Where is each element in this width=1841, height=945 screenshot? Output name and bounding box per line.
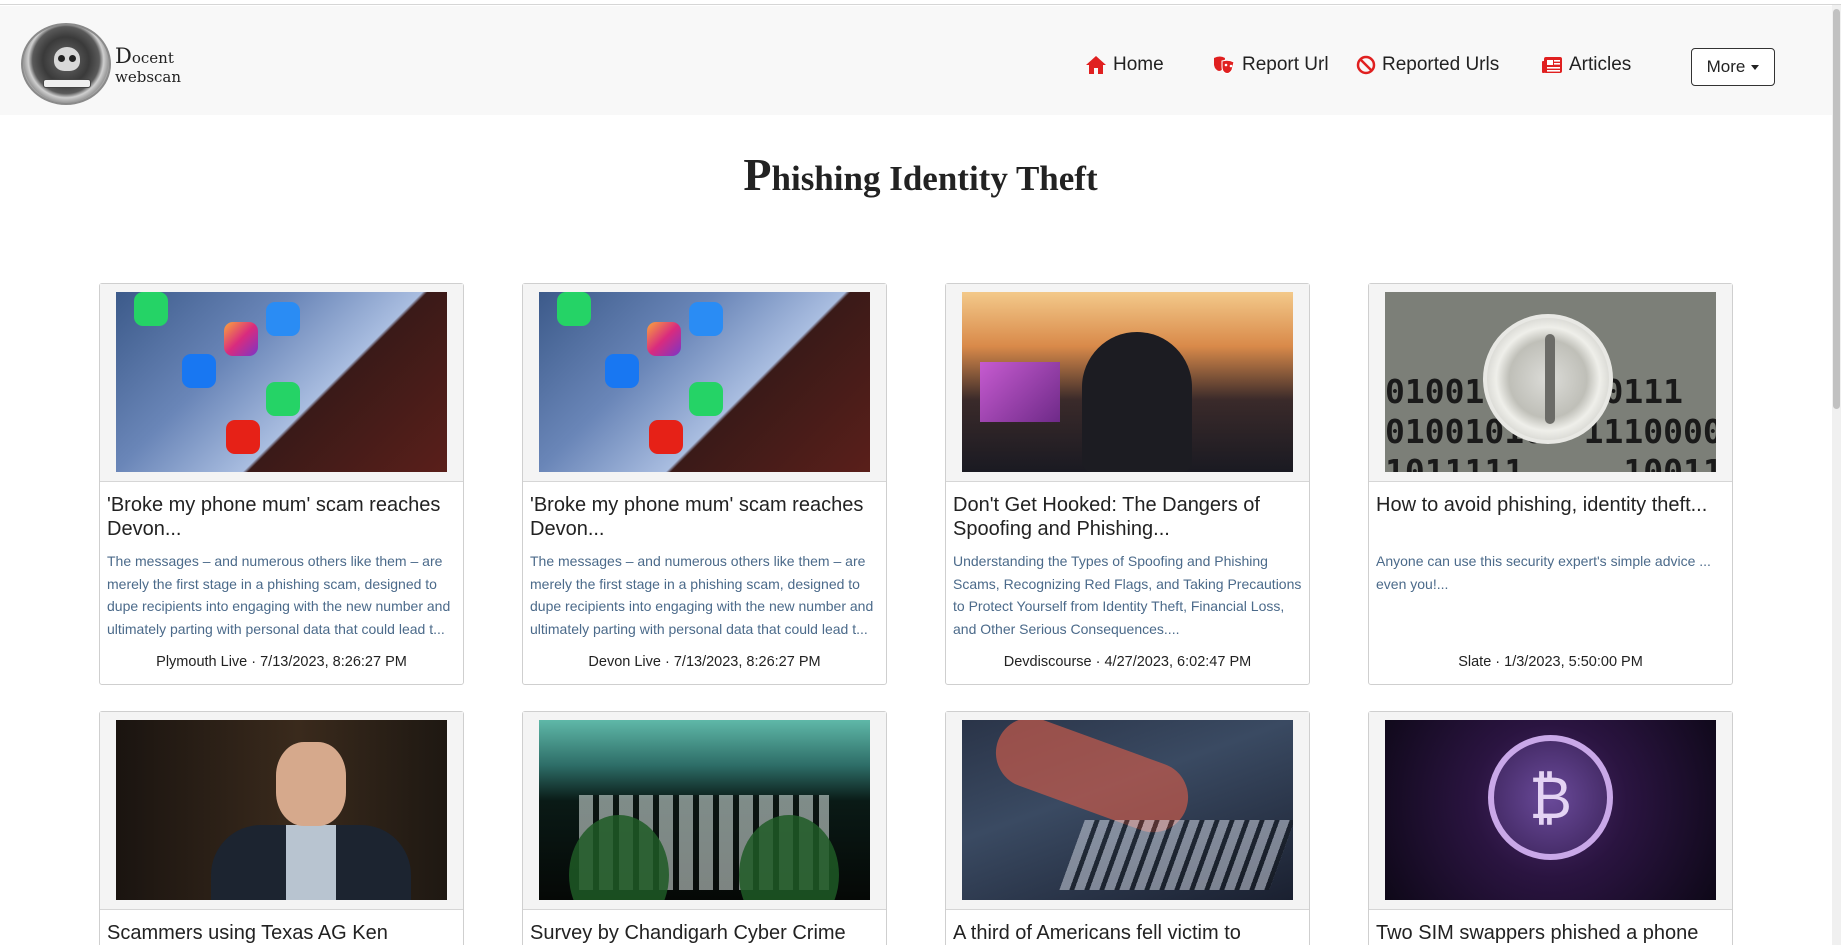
nav-home[interactable]: Home xyxy=(1085,52,1164,78)
article-card[interactable]: Survey by Chandigarh Cyber Crime xyxy=(522,711,887,945)
ban-icon xyxy=(1356,55,1376,75)
keyboard-graphic xyxy=(1059,820,1293,890)
messenger-app-icon xyxy=(689,302,723,336)
site-logo[interactable] xyxy=(21,23,111,105)
article-thumbnail xyxy=(962,292,1293,472)
browser-top-edge xyxy=(0,0,1841,5)
card-image-frame xyxy=(100,284,463,482)
scrollbar-thumb[interactable] xyxy=(1833,9,1840,409)
caret-down-icon xyxy=(1751,64,1760,70)
whatsapp-app-icon xyxy=(134,292,168,326)
card-image-frame: 010011101000111 01001010 1110000 1011111… xyxy=(1369,284,1732,482)
skull-emblem-icon xyxy=(54,47,80,71)
whatsapp-app-icon xyxy=(557,292,591,326)
article-card[interactable]: ₿ Two SIM swappers phished a phone xyxy=(1368,711,1733,945)
article-title[interactable]: 'Broke my phone mum' scam reaches Devon.… xyxy=(107,493,457,541)
nav-report-url-label: Report Url xyxy=(1242,54,1329,75)
page-title-initial: P xyxy=(743,149,772,200)
card-image-frame xyxy=(946,712,1309,910)
article-title[interactable]: Survey by Chandigarh Cyber Crime xyxy=(530,921,880,945)
person-shirt-graphic xyxy=(286,825,336,900)
bitcoin-icon: ₿ xyxy=(1488,735,1613,860)
article-thumbnail xyxy=(962,720,1293,900)
article-card[interactable]: 'Broke my phone mum' scam reaches Devon.… xyxy=(99,283,464,685)
article-thumbnail xyxy=(116,720,447,900)
brand-line2: webscan xyxy=(115,68,182,86)
page-title: Phishing Identity Theft xyxy=(0,148,1841,201)
home-icon xyxy=(1086,56,1106,74)
more-dropdown-button[interactable]: More xyxy=(1691,48,1775,86)
brand-initial: D xyxy=(115,44,132,68)
card-image-frame xyxy=(523,284,886,482)
page-scrollbar[interactable] xyxy=(1832,5,1841,945)
facebook-app-icon xyxy=(182,354,216,388)
hooded-figure-graphic xyxy=(1082,332,1192,472)
brand-line1: ocent xyxy=(131,49,174,67)
article-thumbnail xyxy=(116,292,447,472)
article-source-date: Devon Live · 7/13/2023, 8:26:27 PM xyxy=(588,654,821,670)
messenger-app-icon xyxy=(266,302,300,336)
more-label: More xyxy=(1706,57,1746,76)
article-thumbnail xyxy=(539,292,870,472)
article-title[interactable]: Scammers using Texas AG Ken xyxy=(107,921,457,945)
article-card[interactable]: 'Broke my phone mum' scam reaches Devon.… xyxy=(522,283,887,685)
card-image-frame xyxy=(523,712,886,910)
article-thumbnail: 010011101000111 01001010 1110000 1011111… xyxy=(1385,292,1716,472)
article-source-date: Plymouth Live · 7/13/2023, 8:26:27 PM xyxy=(156,654,407,670)
facebook-app-icon xyxy=(605,354,639,388)
nav-report-url[interactable]: Report Url xyxy=(1212,52,1329,78)
article-title[interactable]: Two SIM swappers phished a phone xyxy=(1376,921,1726,945)
article-thumbnail: ₿ xyxy=(1385,720,1716,900)
lock-icon xyxy=(1483,314,1613,444)
article-title[interactable]: Don't Get Hooked: The Dangers of Spoofin… xyxy=(953,493,1303,541)
article-card[interactable]: Scammers using Texas AG Ken xyxy=(99,711,464,945)
article-description: The messages – and numerous others like … xyxy=(107,553,451,637)
person-head-graphic xyxy=(276,742,346,826)
article-card[interactable]: 010011101000111 01001010 1110000 1011111… xyxy=(1368,283,1733,685)
youtube-app-icon xyxy=(649,420,683,454)
article-title[interactable]: 'Broke my phone mum' scam reaches Devon.… xyxy=(530,493,880,541)
article-thumbnail xyxy=(539,720,870,900)
card-image-frame xyxy=(100,712,463,910)
youtube-app-icon xyxy=(226,420,260,454)
whatsapp-app-icon-2 xyxy=(266,382,300,416)
monitor-graphic xyxy=(980,362,1060,422)
article-card[interactable]: Don't Get Hooked: The Dangers of Spoofin… xyxy=(945,283,1310,685)
article-description: Understanding the Types of Spoofing and … xyxy=(953,553,1302,637)
article-card[interactable]: A third of Americans fell victim to xyxy=(945,711,1310,945)
article-description: The messages – and numerous others like … xyxy=(530,553,874,637)
page-title-text: hishing Identity Theft xyxy=(771,159,1098,198)
newspaper-icon xyxy=(1542,57,1562,73)
nav-articles[interactable]: Articles xyxy=(1541,52,1631,78)
whatsapp-app-icon-2 xyxy=(689,382,723,416)
article-source-date: Devdiscourse · 4/27/2023, 6:02:47 PM xyxy=(1003,654,1252,670)
theater-masks-icon xyxy=(1214,56,1235,75)
nav-reported-urls-label: Reported Urls xyxy=(1382,54,1500,75)
article-title[interactable]: How to avoid phishing, identity theft... xyxy=(1376,493,1726,517)
brand-name[interactable]: Docent webscan xyxy=(115,44,182,87)
logo-ribbon xyxy=(43,79,91,88)
instagram-app-icon xyxy=(224,322,258,356)
article-title[interactable]: A third of Americans fell victim to xyxy=(953,921,1303,945)
card-image-frame xyxy=(946,284,1309,482)
article-description: Anyone can use this security expert's si… xyxy=(1376,553,1711,592)
nav-reported-urls[interactable]: Reported Urls xyxy=(1356,52,1499,78)
instagram-app-icon xyxy=(647,322,681,356)
article-source-date: Slate · 1/3/2023, 5:50:00 PM xyxy=(1458,654,1643,670)
nav-articles-label: Articles xyxy=(1569,54,1632,75)
navbar: Docent webscan Home Report Url Reported … xyxy=(0,6,1841,115)
nav-home-label: Home xyxy=(1113,54,1164,75)
card-image-frame: ₿ xyxy=(1369,712,1732,910)
